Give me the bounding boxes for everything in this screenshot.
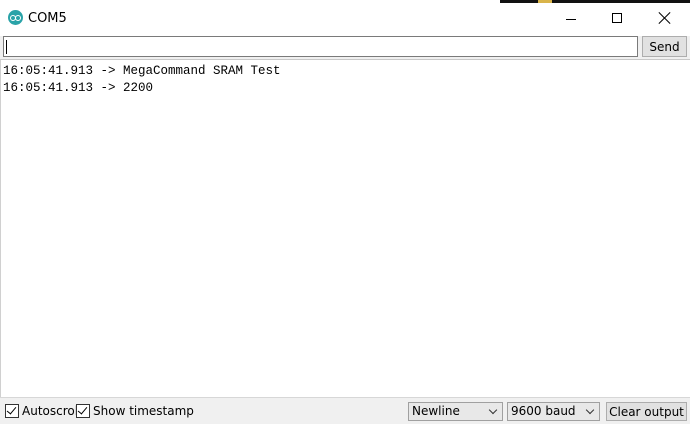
line-ending-select[interactable]: Newline [408,402,503,421]
maximize-icon [612,13,622,23]
timestamp-label[interactable]: Show timestamp [93,404,194,418]
minimize-icon [566,18,576,20]
serial-output[interactable]: 16:05:41.913 -> MegaCommand SRAM Test 16… [0,59,690,397]
clear-output-button[interactable]: Clear output [606,402,687,421]
autoscroll-label[interactable]: Autoscroll [22,404,81,418]
serial-input[interactable] [3,36,638,57]
arduino-icon [8,10,23,25]
send-button[interactable]: Send [642,36,687,57]
output-line: 16:05:41.913 -> 2200 [3,81,154,95]
line-ending-value: Newline [412,404,460,418]
bottom-toolbar: Autoscroll Show timestamp Newline 9600 b… [0,397,690,424]
maximize-button[interactable] [594,0,640,36]
chevron-down-icon [488,405,498,415]
timestamp-checkbox[interactable] [76,404,90,418]
baud-rate-value: 9600 baud [511,404,576,418]
serial-monitor-window: COM5 Send 16:05:41.913 -> MegaCommand SR… [0,0,690,424]
autoscroll-checkbox[interactable] [5,404,19,418]
minimize-button[interactable] [548,0,594,36]
output-line: 16:05:41.913 -> MegaCommand SRAM Test [3,64,281,78]
text-caret [6,40,7,54]
window-title: COM5 [28,11,67,26]
baud-rate-select[interactable]: 9600 baud [507,402,600,421]
title-bar[interactable]: COM5 [0,0,690,36]
close-button[interactable] [640,0,690,36]
send-row: Send [0,36,690,59]
close-icon [659,12,671,24]
chevron-down-icon [585,405,595,415]
